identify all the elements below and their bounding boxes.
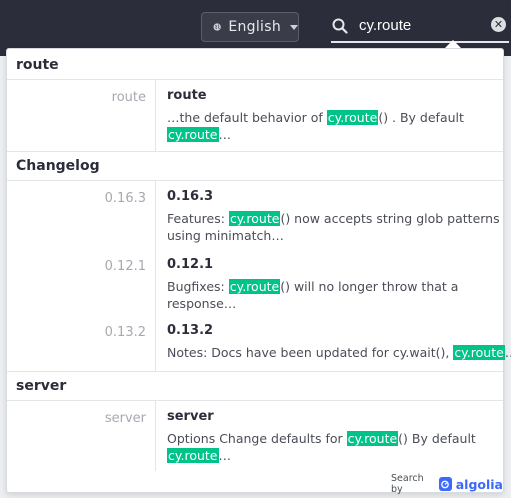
search-results-dropdown: route route route …the default behavior … xyxy=(6,48,511,495)
hit-left-label: 0.12.1 xyxy=(7,249,156,315)
search-hit[interactable]: 0.12.1 0.12.1 Bugfixes: cy.route() will … xyxy=(7,249,503,315)
hit-left-label: route xyxy=(7,80,156,151)
search-by-algolia[interactable]: Search by algolia xyxy=(391,473,503,495)
hit-snippet: Options Change defaults for cy.route() B… xyxy=(167,430,501,464)
search-hit[interactable]: 0.13.2 0.13.2 Notes: Docs have been upda… xyxy=(7,315,511,371)
clear-search-icon[interactable]: ✕ xyxy=(491,17,506,32)
search-hit[interactable]: 0.16.3 0.16.3 Features: cy.route() now a… xyxy=(7,181,503,249)
match-highlight: cy.route xyxy=(453,345,505,360)
hit-title: server xyxy=(167,409,214,424)
snippet-text: () By default xyxy=(398,431,476,446)
search-by-label: Search by xyxy=(391,473,424,495)
snippet-text: … xyxy=(218,448,232,463)
match-highlight: cy.route xyxy=(346,431,399,446)
hit-left-label: 0.13.2 xyxy=(7,315,156,371)
search-box: ✕ xyxy=(331,10,511,43)
search-icon xyxy=(332,18,348,34)
algolia-logo-icon xyxy=(438,477,452,491)
hit-left-label: 0.16.3 xyxy=(7,181,156,249)
snippet-text: Features: xyxy=(167,211,229,226)
category-header-route: route xyxy=(7,50,503,80)
hit-title: 0.16.3 xyxy=(167,189,214,204)
language-label: English xyxy=(228,19,281,35)
snippet-text: … xyxy=(505,345,511,360)
category-header-server: server xyxy=(7,371,503,401)
snippet-text: …the default behavior of xyxy=(167,110,327,125)
snippet-text: Bugfixes: xyxy=(167,279,229,294)
language-dropdown-button[interactable]: English xyxy=(201,12,299,42)
hit-title: 0.13.2 xyxy=(167,323,214,338)
match-highlight: cy.route xyxy=(228,211,281,226)
match-highlight: cy.route xyxy=(326,110,379,125)
hit-title: route xyxy=(167,88,207,103)
hit-snippet: Features: cy.route() now accepts string … xyxy=(167,210,501,244)
hit-title: 0.12.1 xyxy=(167,257,214,272)
search-input[interactable] xyxy=(359,14,479,36)
match-highlight: cy.route xyxy=(228,279,281,294)
caret-down-icon xyxy=(290,24,298,30)
snippet-text: Options Change defaults for xyxy=(167,431,347,446)
dropdown-pointer xyxy=(445,40,461,48)
snippet-text: Notes: Docs have been updated for cy.wai… xyxy=(167,345,454,360)
search-hit[interactable]: server server Options Change defaults fo… xyxy=(7,401,503,471)
globe-icon xyxy=(213,23,221,31)
hit-left-label: server xyxy=(7,401,156,471)
category-header-changelog: Changelog xyxy=(7,151,503,181)
hit-snippet: Bugfixes: cy.route() will no longer thro… xyxy=(167,278,501,312)
hit-snippet: …the default behavior of cy.route() . By… xyxy=(167,109,501,143)
hit-snippet: Notes: Docs have been updated for cy.wai… xyxy=(167,344,511,361)
match-highlight: cy.route xyxy=(167,448,219,463)
search-hit[interactable]: route route …the default behavior of cy.… xyxy=(7,80,503,151)
snippet-text: … xyxy=(218,127,232,142)
snippet-text: () . By default xyxy=(378,110,464,125)
match-highlight: cy.route xyxy=(167,127,219,142)
search-underline xyxy=(331,41,509,43)
algolia-brand: algolia xyxy=(455,476,503,492)
